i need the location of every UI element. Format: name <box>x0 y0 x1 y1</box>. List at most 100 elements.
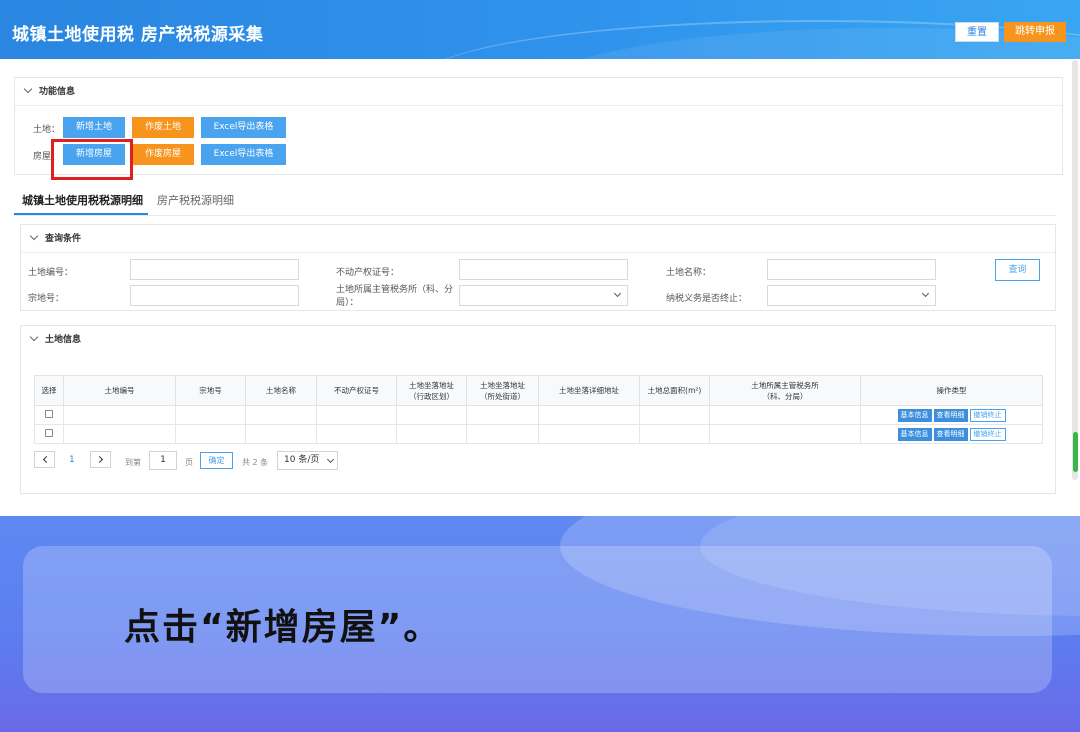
parcel-no-label: 宗地号： <box>28 294 65 304</box>
table-cell <box>175 424 246 444</box>
tax-terminated-select[interactable] <box>767 285 936 306</box>
chevron-down-icon <box>29 332 39 342</box>
instruction-caption: 点击“新增房屋”。 <box>124 607 442 648</box>
table-cell <box>316 424 397 444</box>
view-detail-button[interactable]: 查看明细 <box>933 408 968 422</box>
table-cell <box>175 405 246 425</box>
land-no-label: 土地编号： <box>28 268 74 278</box>
land-name-label: 土地名称： <box>666 268 712 278</box>
table-cell <box>466 424 539 444</box>
select-cell <box>34 424 64 444</box>
actions-cell: 基本信息 查看明细 撤销终止 <box>860 405 1043 425</box>
goto-label: 到第 <box>125 458 141 467</box>
app-header: 城镇土地使用税 房产税税源采集 重置 跳转申报 <box>0 0 1080 59</box>
column-header-line: 土地坐落地址 <box>480 380 525 390</box>
caption-card: 点击“新增房屋”。 <box>23 546 1052 693</box>
column-header: 宗地号 <box>175 375 246 406</box>
tab-land-tax-detail[interactable]: 城镇土地使用税税源明细 <box>14 190 148 215</box>
column-header: 土地坐落详细地址 <box>538 375 640 406</box>
total-count: 共 2 条 <box>242 458 269 467</box>
chevron-down-icon <box>326 455 335 464</box>
chevron-down-icon <box>29 231 39 241</box>
table-row: 基本信息 查看明细 撤销终止 <box>34 424 1043 444</box>
chevron-down-icon <box>921 289 930 298</box>
page-unit-label: 页 <box>185 458 193 467</box>
export-house-excel-button[interactable]: Excel导出表格 <box>201 144 286 165</box>
prev-page-button[interactable] <box>34 451 55 468</box>
table-cell <box>245 424 317 444</box>
void-house-button[interactable]: 作废房屋 <box>132 144 194 165</box>
table-cell <box>396 405 467 425</box>
tax-office-label: 土地所属主管税务所（科、分局）： <box>336 285 454 308</box>
column-header: 不动产权证号 <box>316 375 397 406</box>
page-size-value: 10 条/页 <box>284 455 320 465</box>
column-header: 土地坐落地址 （所处街道） <box>466 375 539 406</box>
tax-office-select[interactable] <box>459 285 628 306</box>
column-header: 土地所属主管税务所 （科、分局） <box>709 375 861 406</box>
caption-band: 点击“新增房屋”。 <box>0 516 1080 732</box>
parcel-no-input[interactable] <box>130 285 299 306</box>
chevron-down-icon <box>23 84 33 94</box>
view-detail-button[interactable]: 查看明细 <box>933 427 968 441</box>
page-scrollbar[interactable] <box>1072 60 1078 480</box>
revoke-termination-button[interactable]: 撤销终止 <box>969 408 1006 422</box>
table-cell <box>466 405 539 425</box>
page-size-select[interactable]: 10 条/页 <box>277 451 338 470</box>
table-cell <box>63 424 176 444</box>
column-header-line: 土地所属主管税务所 <box>751 380 819 390</box>
export-land-excel-button[interactable]: Excel导出表格 <box>201 117 286 138</box>
query-panel-header[interactable]: 查询条件 <box>21 225 1055 253</box>
tab-property-tax-detail[interactable]: 房产税税源明细 <box>157 190 234 212</box>
chevron-left-icon <box>42 455 51 464</box>
go-to-declare-button[interactable]: 跳转申报 <box>1004 22 1066 42</box>
column-header-line: （科、分局） <box>762 391 808 401</box>
column-header: 土地坐落地址 （行政区划） <box>396 375 467 406</box>
highlight-box <box>51 139 133 180</box>
tab-divider <box>14 215 1056 216</box>
column-header: 土地名称 <box>245 375 317 406</box>
column-header: 操作类型 <box>860 375 1043 406</box>
table-cell <box>63 405 176 425</box>
table-cell <box>639 405 710 425</box>
property-cert-label: 不动产权证号： <box>336 268 400 278</box>
column-header-line: （行政区划） <box>409 391 454 401</box>
basic-info-button[interactable]: 基本信息 <box>897 427 932 441</box>
query-panel-title: 查询条件 <box>45 234 82 244</box>
function-panel-header[interactable]: 功能信息 <box>15 78 1062 106</box>
revoke-termination-button[interactable]: 撤销终止 <box>969 427 1006 441</box>
table-row: 基本信息 查看明细 撤销终止 <box>34 405 1043 425</box>
property-cert-input[interactable] <box>459 259 628 280</box>
next-page-button[interactable] <box>90 451 111 468</box>
table-cell <box>538 405 640 425</box>
column-header: 选择 <box>34 375 64 406</box>
reset-button[interactable]: 重置 <box>955 22 999 42</box>
table-cell <box>538 424 640 444</box>
chevron-right-icon <box>95 455 104 464</box>
void-land-button[interactable]: 作废土地 <box>132 117 194 138</box>
table-cell <box>709 405 861 425</box>
table-cell <box>316 405 397 425</box>
table-header-row: 选择 土地编号 宗地号 土地名称 不动产权证号 土地坐落地址 （行政区划） 土地坐… <box>34 375 1043 406</box>
scrollbar-thumb[interactable] <box>1073 432 1078 472</box>
land-name-input[interactable] <box>767 259 936 280</box>
goto-confirm-button[interactable]: 确定 <box>200 452 233 469</box>
row-checkbox[interactable] <box>45 429 53 437</box>
land-label: 土地： <box>33 125 61 135</box>
column-header: 土地编号 <box>63 375 176 406</box>
basic-info-button[interactable]: 基本信息 <box>897 408 932 422</box>
table-cell <box>639 424 710 444</box>
select-cell <box>34 405 64 425</box>
table-cell <box>709 424 861 444</box>
add-land-button[interactable]: 新增土地 <box>63 117 125 138</box>
page-title: 城镇土地使用税 房产税税源采集 <box>12 25 264 45</box>
search-button[interactable]: 查询 <box>995 259 1040 281</box>
land-no-input[interactable] <box>130 259 299 280</box>
land-info-panel-header[interactable]: 土地信息 <box>21 326 1055 354</box>
current-page[interactable]: 1 <box>69 455 75 465</box>
column-header: 土地总面积(m²) <box>639 375 710 406</box>
column-header-line: 土地坐落地址 <box>409 380 454 390</box>
row-checkbox[interactable] <box>45 410 53 418</box>
tax-terminated-label: 纳税义务是否终止： <box>666 294 748 304</box>
actions-cell: 基本信息 查看明细 撤销终止 <box>860 424 1043 444</box>
goto-page-input[interactable]: 1 <box>149 451 177 470</box>
